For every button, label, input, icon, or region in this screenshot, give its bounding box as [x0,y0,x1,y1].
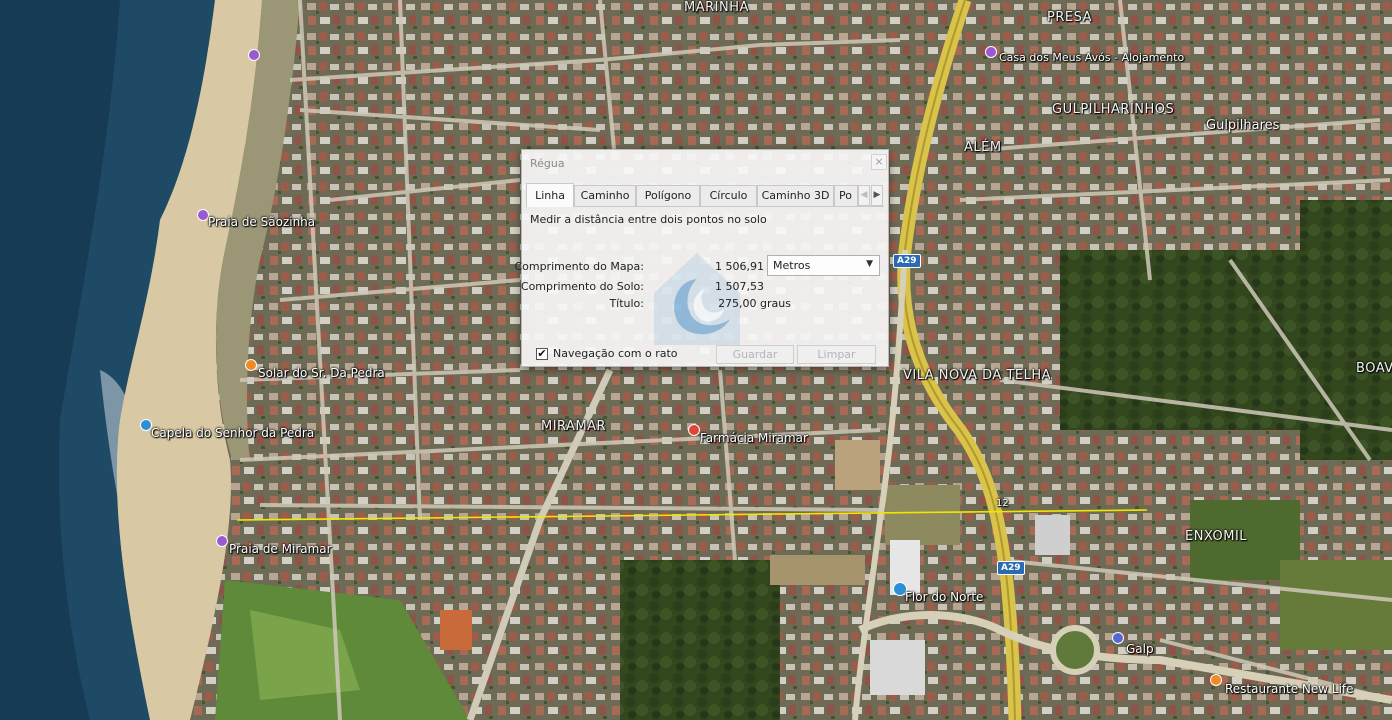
label-gulpilhares: Gulpilhares [1206,118,1280,133]
label-alem: ALÉM [964,140,1002,155]
tab-polilinha[interactable]: Po [834,185,858,206]
tool-description: Medir a distância entre dois pontos no s… [530,213,767,226]
label-restaurante: Restaurante New Life [1225,682,1354,696]
label-miramar: MIRAMAR [541,419,607,434]
tab-caminho[interactable]: Caminho [574,185,636,206]
label-praia-miramar: Praia de Miramar [229,542,332,556]
poi-pin-icon[interactable] [248,49,260,61]
ruler-tabbar: Linha Caminho Polígono Círculo Caminho 3… [526,183,886,207]
ruler-title: Régua [530,157,565,170]
lodging-pin-icon[interactable] [985,46,997,58]
tab-poligono[interactable]: Polígono [636,185,700,206]
label-capela: Capela do Senhor da Pedra [151,426,315,440]
label-marinha: MARINHA [684,0,749,15]
fuel-pin-icon[interactable] [1112,632,1124,644]
beach-miramar-pin-icon[interactable] [216,535,228,547]
ruler-distance-marker: 12 [996,498,1009,509]
map-length-value: 1 506,91 [715,260,764,273]
mouse-navigation-label[interactable]: Navegação com o rato [553,347,678,360]
chevron-down-icon: ▼ [866,259,873,269]
ruler-dialog: Régua × Linha Caminho Polígono Círculo C… [514,149,889,367]
label-praia-saozinha: Praia de Sãozinha [208,215,316,229]
label-presa: PRESA [1047,10,1092,25]
label-farmacia: Farmácia Miramar [700,431,808,445]
heading-value: 275,00 graus [718,297,791,310]
heading-label: Título: [609,297,644,310]
save-button[interactable]: Guardar [716,345,794,364]
label-enxomil: ENXOMIL [1185,529,1248,544]
tab-scroll-left-icon[interactable]: ◀ [858,185,870,206]
label-solar: Solar do Sr. Da Pedra [258,366,385,380]
map-length-label: Comprimento do Mapa: [514,260,644,273]
tab-scroll-right-icon[interactable]: ▶ [871,185,883,206]
clear-button[interactable]: Limpar [797,345,876,364]
ruler-titlebar[interactable]: Régua × [522,150,888,178]
ground-length-value: 1 507,53 [715,280,764,293]
label-galp: Galp [1126,642,1154,656]
ground-length-label: Comprimento do Solo: [520,280,644,293]
label-gulpilharinhos: GULPILHARINHOS [1052,102,1175,117]
restaurant-new-life-pin-icon[interactable] [1210,674,1222,686]
label-casa-avos: Casa dos Meus Avós - Alojamento [999,51,1185,64]
unit-select-value: Metros [773,259,811,272]
ruler-line-panel: Medir a distância entre dois pontos no s… [514,206,884,345]
label-flor-norte: Flor do Norte [905,590,984,604]
close-button[interactable]: × [871,154,887,170]
a29-shield-top: A29 [893,254,921,268]
a29-shield-bottom: A29 [997,561,1025,575]
restaurant-pin-icon[interactable] [245,359,257,371]
unit-select[interactable]: Metros ▼ [767,255,880,276]
pharmacy-pin-icon[interactable] [688,424,700,436]
mouse-navigation-checkbox[interactable]: ✔ [536,348,548,360]
label-vila-nova-telha: VILA NOVA DA TELHA [903,368,1051,383]
tab-linha[interactable]: Linha [526,183,574,207]
label-boav: BOAV [1356,361,1392,376]
tab-circulo[interactable]: Círculo [700,185,757,206]
tab-caminho-3d[interactable]: Caminho 3D [757,185,834,206]
